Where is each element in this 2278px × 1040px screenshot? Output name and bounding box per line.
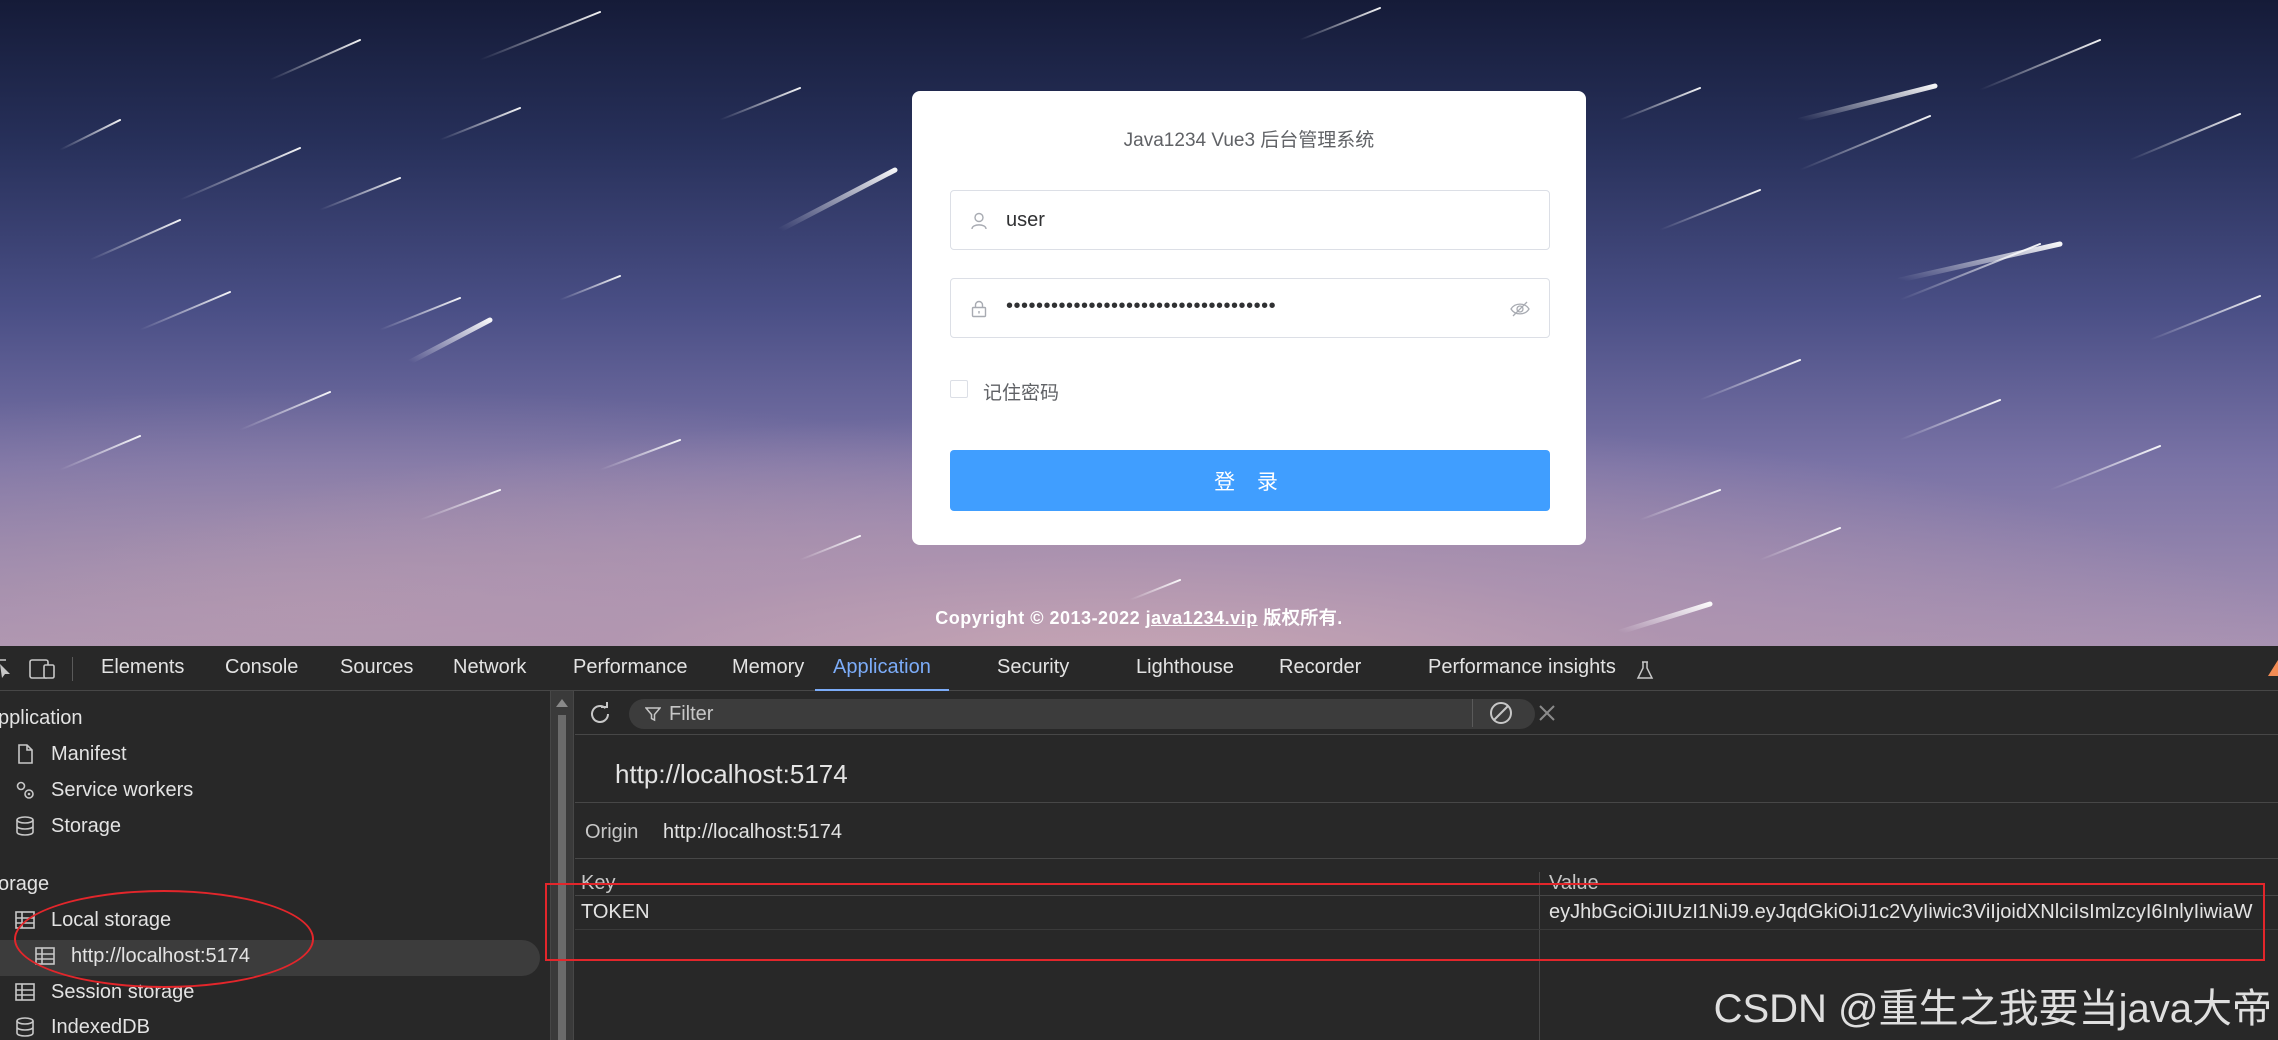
tab-network[interactable]: Network bbox=[453, 646, 526, 691]
devtools-tabbar: Elements Console Sources Network Perform… bbox=[0, 646, 2278, 691]
refresh-icon[interactable] bbox=[587, 701, 613, 727]
database-icon bbox=[16, 1017, 34, 1037]
origin-title: http://localhost:5174 bbox=[615, 759, 848, 789]
username-value: user bbox=[1006, 209, 1045, 231]
device-toolbar-icon[interactable] bbox=[28, 658, 58, 680]
flask-icon bbox=[1636, 661, 1654, 679]
inspect-icon[interactable] bbox=[0, 658, 14, 680]
login-button[interactable]: 登 录 bbox=[950, 450, 1550, 511]
watermark: CSDN @重生之我要当java大帝 bbox=[1713, 987, 2272, 1031]
filter-input[interactable]: Filter bbox=[629, 699, 1535, 729]
clear-all-icon[interactable] bbox=[1487, 699, 1515, 727]
tab-lighthouse[interactable]: Lighthouse bbox=[1136, 646, 1234, 691]
section-application: pplication bbox=[0, 707, 83, 729]
scrollbar-thumb[interactable] bbox=[558, 715, 566, 1040]
origin-value: http://localhost:5174 bbox=[663, 821, 843, 843]
tab-elements[interactable]: Elements bbox=[101, 646, 184, 691]
copyright-link[interactable]: java1234.vip bbox=[1146, 608, 1258, 628]
funnel-icon bbox=[645, 707, 661, 722]
table-icon bbox=[15, 983, 35, 1001]
filter-placeholder: Filter bbox=[669, 703, 714, 725]
sidebar-item-label: Service workers bbox=[51, 779, 194, 801]
login-page: Java1234 Vue3 后台管理系统 user ••••••••••••••… bbox=[0, 0, 2278, 646]
user-icon bbox=[971, 212, 987, 230]
eye-off-icon[interactable] bbox=[1509, 299, 1531, 319]
toolbar-divider bbox=[72, 657, 73, 681]
remember-label: 记住密码 bbox=[983, 383, 1060, 404]
storage-toolbar: Filter bbox=[575, 691, 2278, 735]
copyright-prefix: Copyright © 2013-2022 bbox=[935, 608, 1146, 628]
gears-icon bbox=[16, 781, 34, 799]
tab-performance[interactable]: Performance bbox=[573, 646, 688, 691]
annotation-rectangle bbox=[545, 883, 2265, 961]
annotation-ellipse bbox=[14, 890, 314, 988]
tab-console[interactable]: Console bbox=[225, 646, 298, 691]
login-title: Java1234 Vue3 后台管理系统 bbox=[1123, 130, 1375, 151]
close-icon[interactable] bbox=[1537, 703, 1557, 723]
username-input[interactable]: user bbox=[950, 190, 1550, 250]
tab-recorder[interactable]: Recorder bbox=[1279, 646, 1361, 691]
scroll-up-arrow-icon[interactable] bbox=[556, 699, 568, 707]
document-icon bbox=[18, 744, 33, 764]
database-icon bbox=[16, 816, 34, 836]
sidebar-item-label: Manifest bbox=[51, 743, 127, 765]
password-input[interactable]: •••••••••••••••••••••••••••••••••••• bbox=[950, 278, 1550, 338]
login-card: Java1234 Vue3 后台管理系统 user ••••••••••••••… bbox=[912, 91, 1586, 545]
sidebar-scrollbar[interactable] bbox=[550, 691, 574, 1040]
tab-security[interactable]: Security bbox=[997, 646, 1069, 691]
sidebar-item-label: IndexedDB bbox=[51, 1016, 150, 1038]
tab-performance-insights[interactable]: Performance insights bbox=[1428, 646, 1616, 691]
tab-memory[interactable]: Memory bbox=[732, 646, 804, 691]
section-storage: orage bbox=[0, 873, 50, 895]
tab-sources[interactable]: Sources bbox=[340, 646, 413, 691]
tab-application[interactable]: Application bbox=[815, 646, 949, 691]
lock-icon bbox=[971, 300, 987, 318]
origin-row: Origin http://localhost:5174 bbox=[575, 802, 2278, 859]
application-sidebar: pplication Manifest Service workers Stor… bbox=[0, 691, 550, 1040]
toolbar-divider bbox=[1472, 699, 1473, 727]
remember-checkbox[interactable] bbox=[950, 380, 968, 398]
copyright-suffix: 版权所有. bbox=[1257, 608, 1343, 628]
sidebar-item-label: Storage bbox=[51, 815, 122, 837]
origin-label: Origin bbox=[585, 821, 639, 843]
warning-icon[interactable] bbox=[2268, 660, 2278, 676]
copyright: Copyright © 2013-2022 java1234.vip 版权所有. bbox=[0, 604, 2278, 630]
password-value: •••••••••••••••••••••••••••••••••••• bbox=[1006, 295, 1277, 317]
